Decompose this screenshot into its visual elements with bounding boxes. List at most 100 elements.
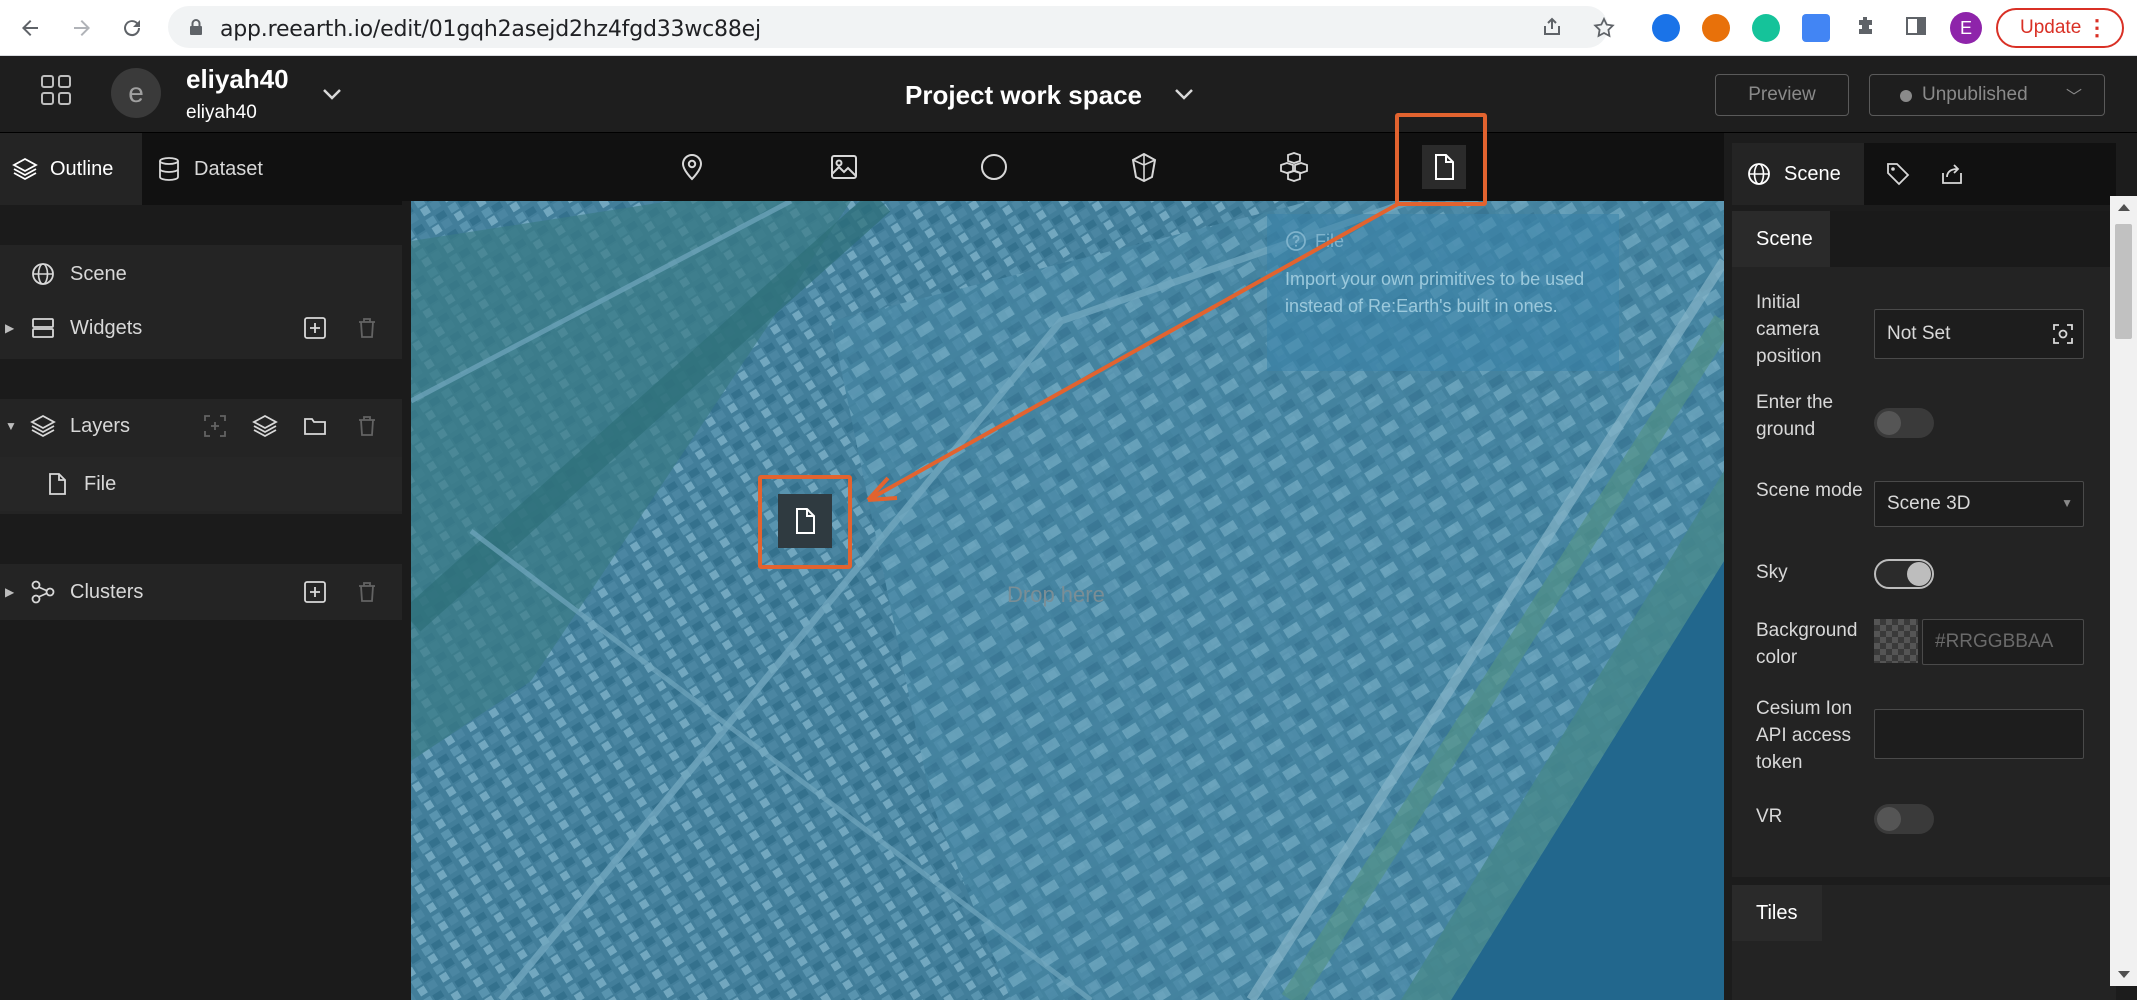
extension-meet-icon[interactable] — [1652, 14, 1680, 42]
tab-outline[interactable]: Outline — [0, 133, 142, 205]
dashboard-grid-icon[interactable] — [40, 74, 72, 106]
user-name: eliyah40 — [186, 102, 257, 123]
tab-dataset-label: Dataset — [194, 157, 263, 180]
outline-item-scene[interactable]: Scene — [0, 247, 402, 301]
scene-properties: Scene Initial camera position Not Set En… — [1732, 211, 2116, 877]
layers-icon — [30, 414, 56, 438]
clusters-section: ▶ Clusters — [0, 564, 402, 620]
color-swatch[interactable] — [1874, 619, 1918, 663]
expand-caret-icon[interactable]: ▶ — [5, 321, 14, 335]
globe-icon — [32, 263, 54, 285]
extension-grammarly-icon[interactable] — [1752, 14, 1780, 42]
preview-button[interactable]: Preview — [1715, 74, 1849, 116]
sky-toggle[interactable] — [1874, 559, 1934, 589]
extension-blue-icon[interactable] — [1802, 14, 1830, 42]
browser-toolbar: app.reearth.io/edit/01gqh2asejd2hz4fgd33… — [0, 0, 2137, 56]
update-button[interactable]: Update ⋮ — [1996, 8, 2124, 48]
tooltip-body: Import your own primitives to be used in… — [1285, 269, 1585, 316]
chevron-down-icon[interactable] — [318, 80, 346, 108]
outline-item-layers[interactable]: ▼ Layers — [0, 399, 402, 453]
project-title[interactable]: Project work space — [905, 80, 1142, 111]
app-header: e eliyah40 eliyah40 Project work space P… — [0, 56, 2137, 133]
drop-target-highlight — [758, 475, 852, 569]
scroll-thumb[interactable] — [2115, 224, 2132, 339]
sky-label: Sky — [1756, 562, 1788, 583]
scene-mode-value: Scene 3D — [1887, 493, 1971, 514]
help-circle-icon — [1286, 231, 1306, 251]
tab-export[interactable] — [1928, 143, 1976, 205]
file-tooltip: File Import your own primitives to be us… — [1267, 214, 1619, 371]
camera-label: Initial camera position — [1756, 292, 1822, 367]
add-widget-icon[interactable] — [302, 315, 328, 341]
back-icon[interactable] — [12, 10, 48, 46]
vr-toggle[interactable] — [1874, 804, 1934, 834]
outline-layers-label: Layers — [70, 414, 131, 437]
tab-dataset[interactable]: Dataset — [142, 133, 292, 205]
image-tool[interactable] — [822, 145, 866, 189]
vr-label: VR — [1756, 806, 1783, 827]
lock-icon — [190, 19, 202, 35]
toggle-knob — [1877, 411, 1901, 435]
marker-tool[interactable] — [670, 145, 714, 189]
avatar[interactable]: e — [111, 68, 161, 118]
delete-trash-icon[interactable] — [354, 579, 380, 605]
forward-icon[interactable] — [64, 10, 100, 46]
camera-value: Not Set — [1887, 323, 1951, 344]
circle-tool[interactable] — [972, 145, 1016, 189]
scroll-down-arrow[interactable] — [2118, 971, 2130, 978]
cesium-token-input[interactable] — [1874, 709, 2084, 759]
add-folder-icon[interactable] — [302, 413, 328, 439]
polygon-tool[interactable] — [1122, 145, 1166, 189]
ground-label: Enter the ground — [1756, 392, 1834, 440]
side-panel-icon[interactable] — [1904, 14, 1928, 38]
enter-ground-toggle[interactable] — [1874, 408, 1934, 438]
reload-icon[interactable] — [114, 10, 150, 46]
property-panel: Scene Scene Initial camera position Not … — [1724, 133, 2137, 1000]
right-tabs: Scene — [1732, 143, 2116, 205]
delete-trash-icon[interactable] — [354, 413, 380, 439]
add-layer-group-icon[interactable] — [252, 413, 278, 439]
globe-icon — [1748, 163, 1770, 185]
scroll-up-arrow[interactable] — [2118, 204, 2130, 211]
drop-zone-text: Drop here — [1007, 582, 1105, 607]
address-bar[interactable]: app.reearth.io/edit/01gqh2asejd2hz4fgd33… — [168, 6, 1615, 48]
background-color-input[interactable]: #RRGGBBAA — [1922, 619, 2084, 665]
delete-trash-icon[interactable] — [354, 315, 380, 341]
model-tool[interactable] — [1272, 145, 1316, 189]
outline-panel: Outline Dataset Scene ▶ Widgets ▼ Layers… — [0, 133, 402, 1000]
capture-camera-icon[interactable] — [2051, 322, 2075, 346]
tag-icon — [1887, 163, 1910, 186]
outline-item-clusters[interactable]: ▶ Clusters — [0, 565, 402, 619]
add-layer-focus-icon[interactable] — [202, 413, 228, 439]
outline-item-widgets[interactable]: ▶ Widgets — [0, 301, 402, 355]
outline-scene-label: Scene — [70, 262, 127, 285]
bookmark-star-icon[interactable] — [1592, 16, 1616, 40]
outline-file-label: File — [84, 472, 117, 495]
outline-widgets-label: Widgets — [70, 316, 143, 339]
publish-status-button[interactable]: Unpublished ﹀ — [1869, 74, 2105, 116]
collapse-caret-icon[interactable]: ▼ — [5, 419, 17, 433]
extensions-puzzle-icon[interactable] — [1854, 14, 1878, 38]
toggle-knob — [1907, 562, 1931, 586]
token-label: Cesium Ion API access token — [1756, 698, 1853, 773]
menu-dots-icon: ⋮ — [2086, 15, 2108, 40]
scene-section-title: Scene — [1732, 211, 1830, 267]
widgets-icon — [32, 318, 54, 338]
extension-orange-icon[interactable] — [1702, 14, 1730, 42]
add-cluster-icon[interactable] — [302, 579, 328, 605]
expand-caret-icon[interactable]: ▶ — [5, 585, 14, 599]
tab-tags[interactable] — [1874, 143, 1922, 205]
project-chevron-down-icon[interactable] — [1170, 80, 1198, 108]
outline-item-file[interactable]: File — [0, 457, 402, 511]
tab-scene[interactable]: Scene — [1732, 143, 1864, 205]
profile-avatar[interactable]: E — [1950, 12, 1982, 44]
toggle-knob — [1877, 807, 1901, 831]
polygon-icon — [1131, 152, 1157, 183]
camera-position-field[interactable]: Not Set — [1874, 309, 2084, 359]
scene-mode-select[interactable]: Scene 3D ▼ — [1874, 481, 2084, 527]
model-icon — [1280, 152, 1308, 182]
left-tabs: Outline Dataset — [0, 133, 402, 205]
property-scrollbar[interactable] — [2110, 196, 2137, 986]
share-icon[interactable] — [1540, 16, 1564, 40]
file-icon — [49, 473, 66, 495]
